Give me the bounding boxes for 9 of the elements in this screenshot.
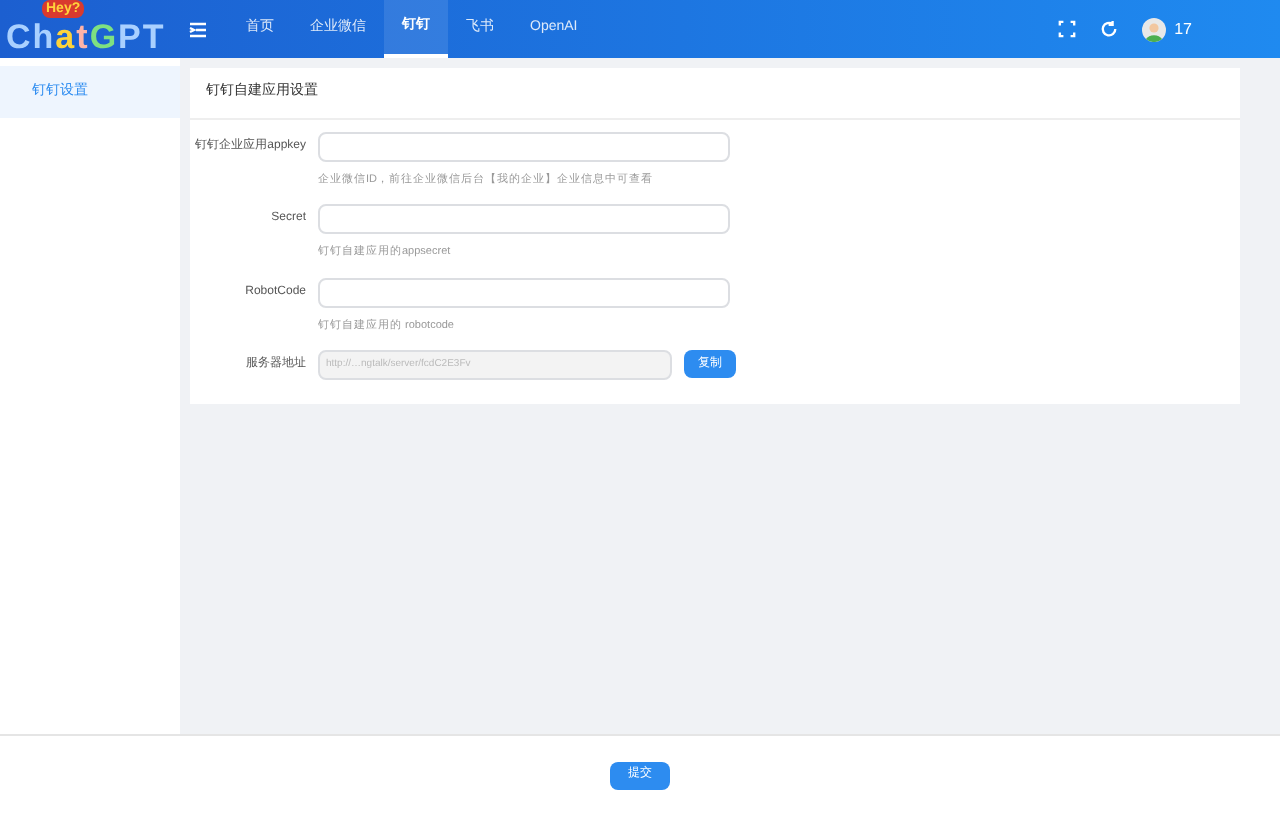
text-field[interactable] [318,277,730,307]
logo-text: ChatGPT [6,18,166,56]
user-name[interactable]: 17 [1174,17,1256,41]
text-field[interactable] [318,132,730,162]
refresh-icon[interactable] [1100,20,1119,38]
avatar-icon[interactable] [1142,17,1167,41]
fullscreen-icon[interactable] [1058,20,1077,38]
text-field[interactable] [318,204,730,235]
menu-icon[interactable] [188,19,208,39]
